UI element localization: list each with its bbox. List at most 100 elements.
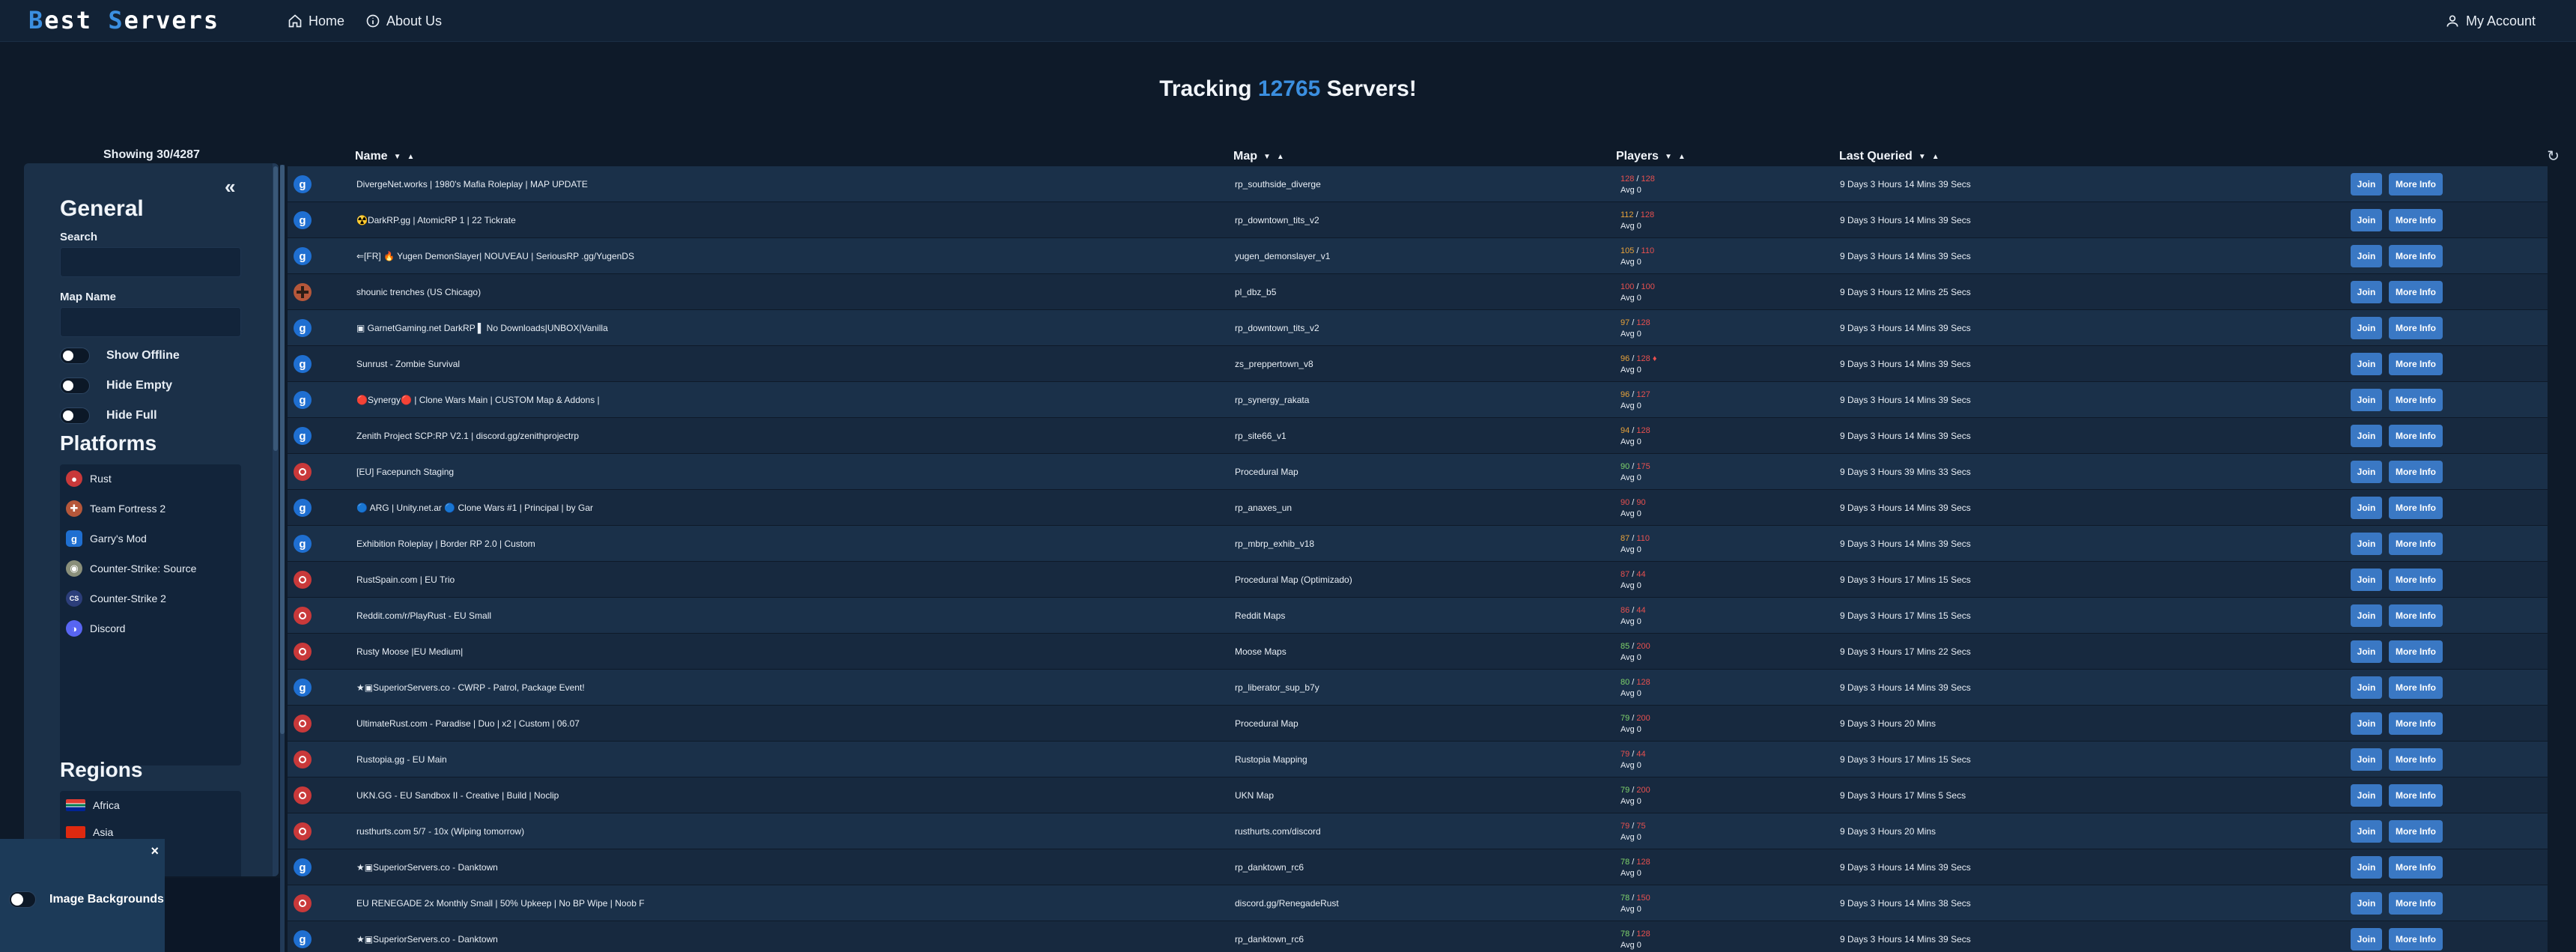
server-name[interactable]: EU RENEGADE 2x Monthly Small | 50% Upkee… <box>356 885 1240 921</box>
server-name[interactable]: [EU] Facepunch Staging <box>356 454 1240 490</box>
server-name[interactable]: Sunrust - Zombie Survival <box>356 346 1240 382</box>
table-row[interactable]: g ★▣SuperiorServers.co - Danktown rp_dan… <box>288 921 2548 952</box>
table-scroll-thumb[interactable] <box>280 165 285 734</box>
join-button[interactable]: Join <box>2351 712 2382 735</box>
table-row[interactable]: g ★▣SuperiorServers.co - CWRP - Patrol, … <box>288 670 2548 706</box>
table-row[interactable]: g DivergeNet.works | 1980's Mafia Rolepl… <box>288 166 2548 202</box>
table-row[interactable]: g 🔴Synergy🔴 | Clone Wars Main | CUSTOM M… <box>288 382 2548 418</box>
hide-full-toggle-row[interactable]: Hide Full <box>60 406 157 425</box>
platform-css[interactable]: ◉ Counter-Strike: Source <box>66 559 196 578</box>
table-row[interactable]: RustSpain.com | EU Trio Procedural Map (… <box>288 562 2548 598</box>
sort-up-icon[interactable]: ▲ <box>1932 153 1939 161</box>
show-offline-toggle[interactable] <box>60 348 90 364</box>
more-info-button[interactable]: More Info <box>2389 245 2443 267</box>
column-header-last-queried[interactable]: Last Queried ▼ ▲ <box>1839 148 1939 165</box>
join-button[interactable]: Join <box>2351 245 2382 267</box>
join-button[interactable]: Join <box>2351 425 2382 447</box>
join-button[interactable]: Join <box>2351 748 2382 771</box>
more-info-button[interactable]: More Info <box>2389 317 2443 339</box>
more-info-button[interactable]: More Info <box>2389 425 2443 447</box>
server-name[interactable]: Rustopia.gg - EU Main <box>356 742 1240 777</box>
join-button[interactable]: Join <box>2351 820 2382 843</box>
nav-home[interactable]: Home <box>288 11 344 31</box>
more-info-button[interactable]: More Info <box>2389 353 2443 375</box>
column-header-name[interactable]: Name ▼ ▲ <box>355 148 414 165</box>
sort-down-icon[interactable]: ▼ <box>1919 153 1926 161</box>
refresh-icon[interactable]: ↻ <box>2547 147 2560 166</box>
more-info-button[interactable]: More Info <box>2389 281 2443 303</box>
table-row[interactable]: UltimateRust.com - Paradise | Duo | x2 |… <box>288 706 2548 742</box>
table-row[interactable]: g ★▣SuperiorServers.co - Danktown rp_dan… <box>288 849 2548 885</box>
table-scrollbar[interactable] <box>280 165 285 952</box>
hide-full-toggle[interactable] <box>60 407 90 424</box>
table-row[interactable]: g Zenith Project SCP:RP V2.1 | discord.g… <box>288 418 2548 454</box>
table-row[interactable]: Reddit.com/r/PlayRust - EU Small Reddit … <box>288 598 2548 634</box>
column-header-players[interactable]: Players ▼ ▲ <box>1616 148 1686 165</box>
server-name[interactable]: shounic trenches (US Chicago) <box>356 274 1240 310</box>
server-name[interactable]: DivergeNet.works | 1980's Mafia Roleplay… <box>356 166 1240 202</box>
join-button[interactable]: Join <box>2351 533 2382 555</box>
server-name[interactable]: 🔵 ARG | Unity.net.ar 🔵 Clone Wars #1 | P… <box>356 490 1240 526</box>
hide-empty-toggle-row[interactable]: Hide Empty <box>60 376 172 395</box>
server-name[interactable]: ▣ GarnetGaming.net DarkRP ▌ No Downloads… <box>356 310 1240 346</box>
table-row[interactable]: rusthurts.com 5/7 - 10x (Wiping tomorrow… <box>288 813 2548 849</box>
table-row[interactable]: Rusty Moose |EU Medium| Moose Maps 85 / … <box>288 634 2548 670</box>
more-info-button[interactable]: More Info <box>2389 461 2443 483</box>
sort-down-icon[interactable]: ▼ <box>394 153 401 161</box>
table-row[interactable]: g Exhibition Roleplay | Border RP 2.0 | … <box>288 526 2548 562</box>
site-logo[interactable]: Best Servers <box>28 6 219 34</box>
join-button[interactable]: Join <box>2351 173 2382 195</box>
more-info-button[interactable]: More Info <box>2389 533 2443 555</box>
server-name[interactable]: ★▣SuperiorServers.co - Danktown <box>356 849 1240 885</box>
join-button[interactable]: Join <box>2351 604 2382 627</box>
more-info-button[interactable]: More Info <box>2389 389 2443 411</box>
search-input[interactable] <box>60 247 241 277</box>
more-info-button[interactable]: More Info <box>2389 784 2443 807</box>
more-info-button[interactable]: More Info <box>2389 569 2443 591</box>
server-name[interactable]: UltimateRust.com - Paradise | Duo | x2 |… <box>356 706 1240 742</box>
nav-about[interactable]: About Us <box>365 11 442 31</box>
more-info-button[interactable]: More Info <box>2389 209 2443 231</box>
join-button[interactable]: Join <box>2351 892 2382 915</box>
join-button[interactable]: Join <box>2351 676 2382 699</box>
server-name[interactable]: ☢️DarkRP.gg | AtomicRP 1 | 22 Tickrate <box>356 202 1240 238</box>
server-name[interactable]: Exhibition Roleplay | Border RP 2.0 | Cu… <box>356 526 1240 562</box>
more-info-button[interactable]: More Info <box>2389 497 2443 519</box>
server-name[interactable]: rusthurts.com 5/7 - 10x (Wiping tomorrow… <box>356 813 1240 849</box>
image-backgrounds-toggle-row[interactable]: Image Backgrounds <box>9 891 164 908</box>
more-info-button[interactable]: More Info <box>2389 856 2443 879</box>
region-africa[interactable]: Africa <box>66 795 120 815</box>
more-info-button[interactable]: More Info <box>2389 928 2443 951</box>
server-name[interactable]: Reddit.com/r/PlayRust - EU Small <box>356 598 1240 634</box>
sort-up-icon[interactable]: ▲ <box>407 153 414 161</box>
table-row[interactable]: g ⇐[FR] 🔥 Yugen DemonSlayer| NOUVEAU | S… <box>288 238 2548 274</box>
server-name[interactable]: 🔴Synergy🔴 | Clone Wars Main | CUSTOM Map… <box>356 382 1240 418</box>
join-button[interactable]: Join <box>2351 784 2382 807</box>
join-button[interactable]: Join <box>2351 281 2382 303</box>
sort-up-icon[interactable]: ▲ <box>1678 153 1686 161</box>
nav-account[interactable]: My Account <box>2445 11 2536 31</box>
sort-down-icon[interactable]: ▼ <box>1263 153 1271 161</box>
more-info-button[interactable]: More Info <box>2389 820 2443 843</box>
server-name[interactable]: Zenith Project SCP:RP V2.1 | discord.gg/… <box>356 418 1240 454</box>
server-name[interactable]: RustSpain.com | EU Trio <box>356 562 1240 598</box>
platform-cs2[interactable]: CS Counter-Strike 2 <box>66 589 166 608</box>
table-row[interactable]: g Sunrust - Zombie Survival zs_prepperto… <box>288 346 2548 382</box>
platform-rust[interactable]: ● Rust <box>66 469 112 488</box>
image-backgrounds-toggle[interactable] <box>9 891 36 908</box>
table-row[interactable]: Rustopia.gg - EU Main Rustopia Mapping 7… <box>288 742 2548 777</box>
table-row[interactable]: [EU] Facepunch Staging Procedural Map 90… <box>288 454 2548 490</box>
more-info-button[interactable]: More Info <box>2389 604 2443 627</box>
sort-down-icon[interactable]: ▼ <box>1665 153 1672 161</box>
server-name[interactable]: ⇐[FR] 🔥 Yugen DemonSlayer| NOUVEAU | Ser… <box>356 238 1240 274</box>
join-button[interactable]: Join <box>2351 389 2382 411</box>
server-name[interactable]: ★▣SuperiorServers.co - CWRP - Patrol, Pa… <box>356 670 1240 706</box>
join-button[interactable]: Join <box>2351 640 2382 663</box>
join-button[interactable]: Join <box>2351 569 2382 591</box>
join-button[interactable]: Join <box>2351 497 2382 519</box>
table-row[interactable]: UKN.GG - EU Sandbox II - Creative | Buil… <box>288 777 2548 813</box>
server-name[interactable]: UKN.GG - EU Sandbox II - Creative | Buil… <box>356 777 1240 813</box>
platform-tf2[interactable]: ✚ Team Fortress 2 <box>66 499 165 518</box>
table-row[interactable]: g ▣ GarnetGaming.net DarkRP ▌ No Downloa… <box>288 310 2548 346</box>
more-info-button[interactable]: More Info <box>2389 676 2443 699</box>
